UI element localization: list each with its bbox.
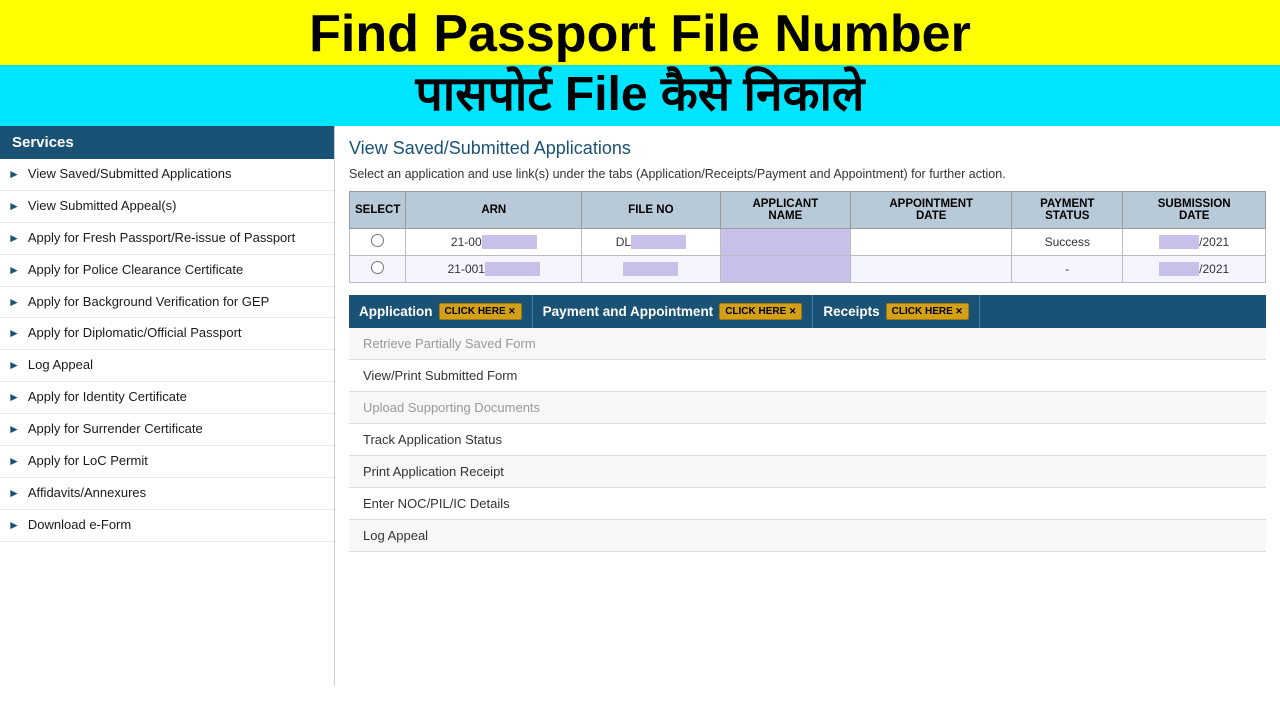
select-radio-cell-2[interactable] <box>350 255 406 282</box>
tab-application-label: Application <box>359 304 433 319</box>
payment-cell-2: - <box>1012 255 1123 282</box>
submission-blurred-1 <box>1159 235 1199 249</box>
chevron-right-icon: ► <box>8 486 20 500</box>
sidebar-header: Services <box>0 126 334 159</box>
action-list: Retrieve Partially Saved Form View/Print… <box>349 328 1266 552</box>
action-view-print[interactable]: View/Print Submitted Form <box>349 360 1266 392</box>
sidebar-item-loc[interactable]: ► Apply for LoC Permit <box>0 446 334 478</box>
banner-subtitle: पासपोर्ट File कैसे निकाले <box>10 69 1270 122</box>
sidebar-item-label: Download e-Form <box>28 517 131 534</box>
sidebar-item-background[interactable]: ► Apply for Background Verification for … <box>0 287 334 319</box>
tab-receipts-label: Receipts <box>823 304 879 319</box>
sidebar-item-surrender[interactable]: ► Apply for Surrender Certificate <box>0 414 334 446</box>
fileno-cell-1: DL <box>582 228 720 255</box>
action-print-receipt[interactable]: Print Application Receipt <box>349 456 1266 488</box>
col-fileno: FILE NO <box>582 191 720 228</box>
banner-title: Find Passport File Number <box>10 6 1270 63</box>
tab-payment-btn[interactable]: CLICK HERE <box>719 303 802 320</box>
sidebar-item-view-saved[interactable]: ► View Saved/Submitted Applications <box>0 159 334 191</box>
table-row: 21-00 DL Success /2021 <box>350 228 1266 255</box>
sidebar-item-label: View Saved/Submitted Applications <box>28 166 232 183</box>
payment-cell-1: Success <box>1012 228 1123 255</box>
name-cell-2 <box>720 255 851 282</box>
action-noc[interactable]: Enter NOC/PIL/IC Details <box>349 488 1266 520</box>
main-layout: Services ► View Saved/Submitted Applicat… <box>0 126 1280 686</box>
action-upload: Upload Supporting Documents <box>349 392 1266 424</box>
sidebar-item-view-appeal[interactable]: ► View Submitted Appeal(s) <box>0 191 334 223</box>
submission-cell-2: /2021 <box>1123 255 1266 282</box>
tab-payment-label: Payment and Appointment <box>543 304 714 319</box>
tab-payment[interactable]: Payment and Appointment CLICK HERE <box>533 295 814 328</box>
tab-application[interactable]: Application CLICK HERE <box>349 295 533 328</box>
applications-table: SELECT ARN FILE NO APPLICANTNAME APPOINT… <box>349 191 1266 283</box>
sidebar-item-label: Log Appeal <box>28 357 93 374</box>
app-select-radio-2[interactable] <box>371 261 384 274</box>
sidebar-item-police-cert[interactable]: ► Apply for Police Clearance Certificate <box>0 255 334 287</box>
col-arn: ARN <box>406 191 582 228</box>
sidebar-item-diplomatic[interactable]: ► Apply for Diplomatic/Official Passport <box>0 318 334 350</box>
chevron-right-icon: ► <box>8 263 20 277</box>
content-description: Select an application and use link(s) un… <box>349 167 1266 181</box>
submission-blurred-2 <box>1159 262 1199 276</box>
sidebar-item-affidavits[interactable]: ► Affidavits/Annexures <box>0 478 334 510</box>
sidebar-item-label: Apply for LoC Permit <box>28 453 148 470</box>
tab-receipts[interactable]: Receipts CLICK HERE <box>813 295 979 328</box>
tab-application-btn[interactable]: CLICK HERE <box>439 303 522 320</box>
tabs-bar: Application CLICK HERE Payment and Appoi… <box>349 295 1266 328</box>
sidebar-item-fresh-passport[interactable]: ► Apply for Fresh Passport/Re-issue of P… <box>0 223 334 255</box>
arn-blurred-1 <box>482 235 537 249</box>
sidebar-item-label: View Submitted Appeal(s) <box>28 198 177 215</box>
file-blurred-1 <box>631 235 686 249</box>
action-log-appeal[interactable]: Log Appeal <box>349 520 1266 552</box>
banner: Find Passport File Number <box>0 0 1280 65</box>
arn-blurred-2 <box>485 262 540 276</box>
sidebar-item-eform[interactable]: ► Download e-Form <box>0 510 334 542</box>
chevron-right-icon: ► <box>8 358 20 372</box>
sidebar-item-label: Apply for Police Clearance Certificate <box>28 262 243 279</box>
appointment-cell-2 <box>851 255 1012 282</box>
table-row: 21-001 - /2021 <box>350 255 1266 282</box>
banner-subtitle-bar: पासपोर्ट File कैसे निकाले <box>0 65 1280 126</box>
col-applicant: APPLICANTNAME <box>720 191 851 228</box>
appointment-cell-1 <box>851 228 1012 255</box>
chevron-right-icon: ► <box>8 390 20 404</box>
chevron-right-icon: ► <box>8 231 20 245</box>
name-cell-1 <box>720 228 851 255</box>
action-track[interactable]: Track Application Status <box>349 424 1266 456</box>
content-area: View Saved/Submitted Applications Select… <box>335 126 1280 686</box>
sidebar-item-label: Apply for Diplomatic/Official Passport <box>28 325 242 342</box>
chevron-right-icon: ► <box>8 422 20 436</box>
chevron-right-icon: ► <box>8 518 20 532</box>
sidebar-item-label: Apply for Background Verification for GE… <box>28 294 269 311</box>
col-submission: SUBMISSIONDATE <box>1123 191 1266 228</box>
arn-cell-1: 21-00 <box>406 228 582 255</box>
chevron-right-icon: ► <box>8 454 20 468</box>
sidebar-item-label: Affidavits/Annexures <box>28 485 146 502</box>
select-radio-cell[interactable] <box>350 228 406 255</box>
sidebar-item-label: Apply for Surrender Certificate <box>28 421 203 438</box>
sidebar-item-log-appeal[interactable]: ► Log Appeal <box>0 350 334 382</box>
chevron-right-icon: ► <box>8 199 20 213</box>
chevron-right-icon: ► <box>8 326 20 340</box>
tab-receipts-btn[interactable]: CLICK HERE <box>886 303 969 320</box>
sidebar-item-label: Apply for Fresh Passport/Re-issue of Pas… <box>28 230 295 247</box>
action-retrieve: Retrieve Partially Saved Form <box>349 328 1266 360</box>
file-blurred-2 <box>623 262 678 276</box>
chevron-right-icon: ► <box>8 295 20 309</box>
chevron-right-icon: ► <box>8 167 20 181</box>
submission-cell-1: /2021 <box>1123 228 1266 255</box>
app-select-radio-1[interactable] <box>371 234 384 247</box>
fileno-cell-2 <box>582 255 720 282</box>
sidebar: Services ► View Saved/Submitted Applicat… <box>0 126 335 686</box>
arn-cell-2: 21-001 <box>406 255 582 282</box>
col-select: SELECT <box>350 191 406 228</box>
sidebar-item-identity[interactable]: ► Apply for Identity Certificate <box>0 382 334 414</box>
col-payment: PAYMENTSTATUS <box>1012 191 1123 228</box>
col-appointment: APPOINTMENTDATE <box>851 191 1012 228</box>
content-title: View Saved/Submitted Applications <box>349 138 1266 159</box>
sidebar-item-label: Apply for Identity Certificate <box>28 389 187 406</box>
